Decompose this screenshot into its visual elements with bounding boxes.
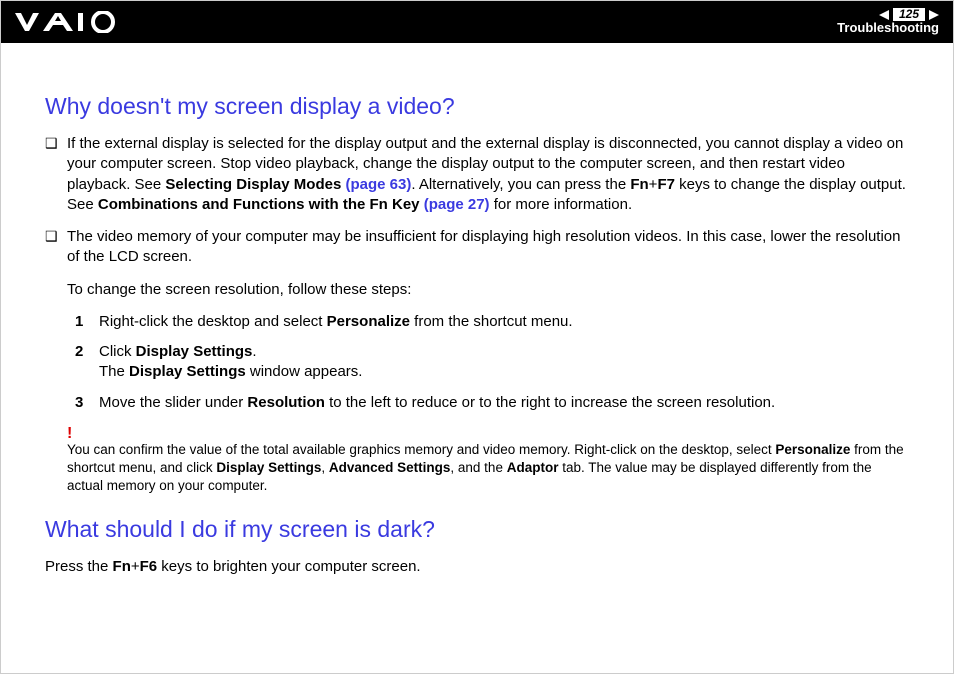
ui-label: Display Settings xyxy=(136,343,253,360)
ui-label: Personalize xyxy=(327,313,410,330)
key-fn: Fn xyxy=(630,176,648,193)
section-title: Troubleshooting xyxy=(837,21,939,35)
bullet-item: ❑ If the external display is selected fo… xyxy=(45,134,909,215)
step-text: Click Display Settings. The Display Sett… xyxy=(99,342,909,383)
step-item: 1 Right-click the desktop and select Per… xyxy=(75,312,909,332)
text: . xyxy=(252,343,256,360)
step-text: Right-click the desktop and select Perso… xyxy=(99,312,909,332)
step-text: Move the slider under Resolution to the … xyxy=(99,393,909,413)
step-item: 3 Move the slider under Resolution to th… xyxy=(75,393,909,413)
steps-intro: To change the screen resolution, follow … xyxy=(67,280,909,300)
page-header: 125 Troubleshooting xyxy=(1,1,953,43)
note-text: You can confirm the value of the total a… xyxy=(67,423,909,496)
ref-title: Selecting Display Modes xyxy=(165,176,341,193)
bullet-text: The video memory of your computer may be… xyxy=(67,227,909,268)
text: Press the xyxy=(45,558,113,575)
page-link[interactable]: (page 63) xyxy=(341,176,411,193)
ui-label: Resolution xyxy=(247,394,325,411)
bullet-icon: ❑ xyxy=(45,134,67,215)
text: , and the xyxy=(450,460,506,475)
next-page-icon[interactable] xyxy=(929,10,939,20)
page-content: Why doesn't my screen display a video? ❑… xyxy=(1,43,953,597)
text: window appears. xyxy=(246,363,363,380)
text: keys to brighten your computer screen. xyxy=(157,558,420,575)
key-f7: F7 xyxy=(657,176,675,193)
prev-page-icon[interactable] xyxy=(879,10,889,20)
ui-label: Display Settings xyxy=(216,460,321,475)
bullet-icon: ❑ xyxy=(45,227,67,268)
text: for more information. xyxy=(490,196,633,213)
text: from the shortcut menu. xyxy=(410,313,573,330)
page-link[interactable]: (page 27) xyxy=(420,196,490,213)
ui-label: Advanced Settings xyxy=(329,460,451,475)
header-right: 125 Troubleshooting xyxy=(837,8,939,35)
text: The xyxy=(99,363,129,380)
ui-label: Personalize xyxy=(775,442,850,457)
bullet-text: If the external display is selected for … xyxy=(67,134,909,215)
key-f6: F6 xyxy=(140,558,158,575)
bullet-item: ❑ The video memory of your computer may … xyxy=(45,227,909,268)
text: You can confirm the value of the total a… xyxy=(67,442,775,457)
text: Click xyxy=(99,343,136,360)
text: + xyxy=(131,558,140,575)
note: ! You can confirm the value of the total… xyxy=(67,423,909,496)
step-number: 2 xyxy=(75,342,99,383)
text: Right-click the desktop and select xyxy=(99,313,327,330)
ui-label: Adaptor xyxy=(507,460,559,475)
key-fn: Fn xyxy=(113,558,131,575)
text: to the left to reduce or to the right to… xyxy=(325,394,775,411)
question-2-title: What should I do if my screen is dark? xyxy=(45,516,909,543)
ui-label: Display Settings xyxy=(129,363,246,380)
ref-title: Combinations and Functions with the Fn K… xyxy=(98,196,420,213)
step-item: 2 Click Display Settings. The Display Se… xyxy=(75,342,909,383)
vaio-logo xyxy=(15,11,125,33)
text: Move the slider under xyxy=(99,394,247,411)
text: , xyxy=(321,460,329,475)
step-number: 1 xyxy=(75,312,99,332)
step-number: 3 xyxy=(75,393,99,413)
text: . Alternatively, you can press the xyxy=(411,176,630,193)
answer-text: Press the Fn+F6 keys to brighten your co… xyxy=(45,557,909,577)
question-1-title: Why doesn't my screen display a video? xyxy=(45,93,909,120)
